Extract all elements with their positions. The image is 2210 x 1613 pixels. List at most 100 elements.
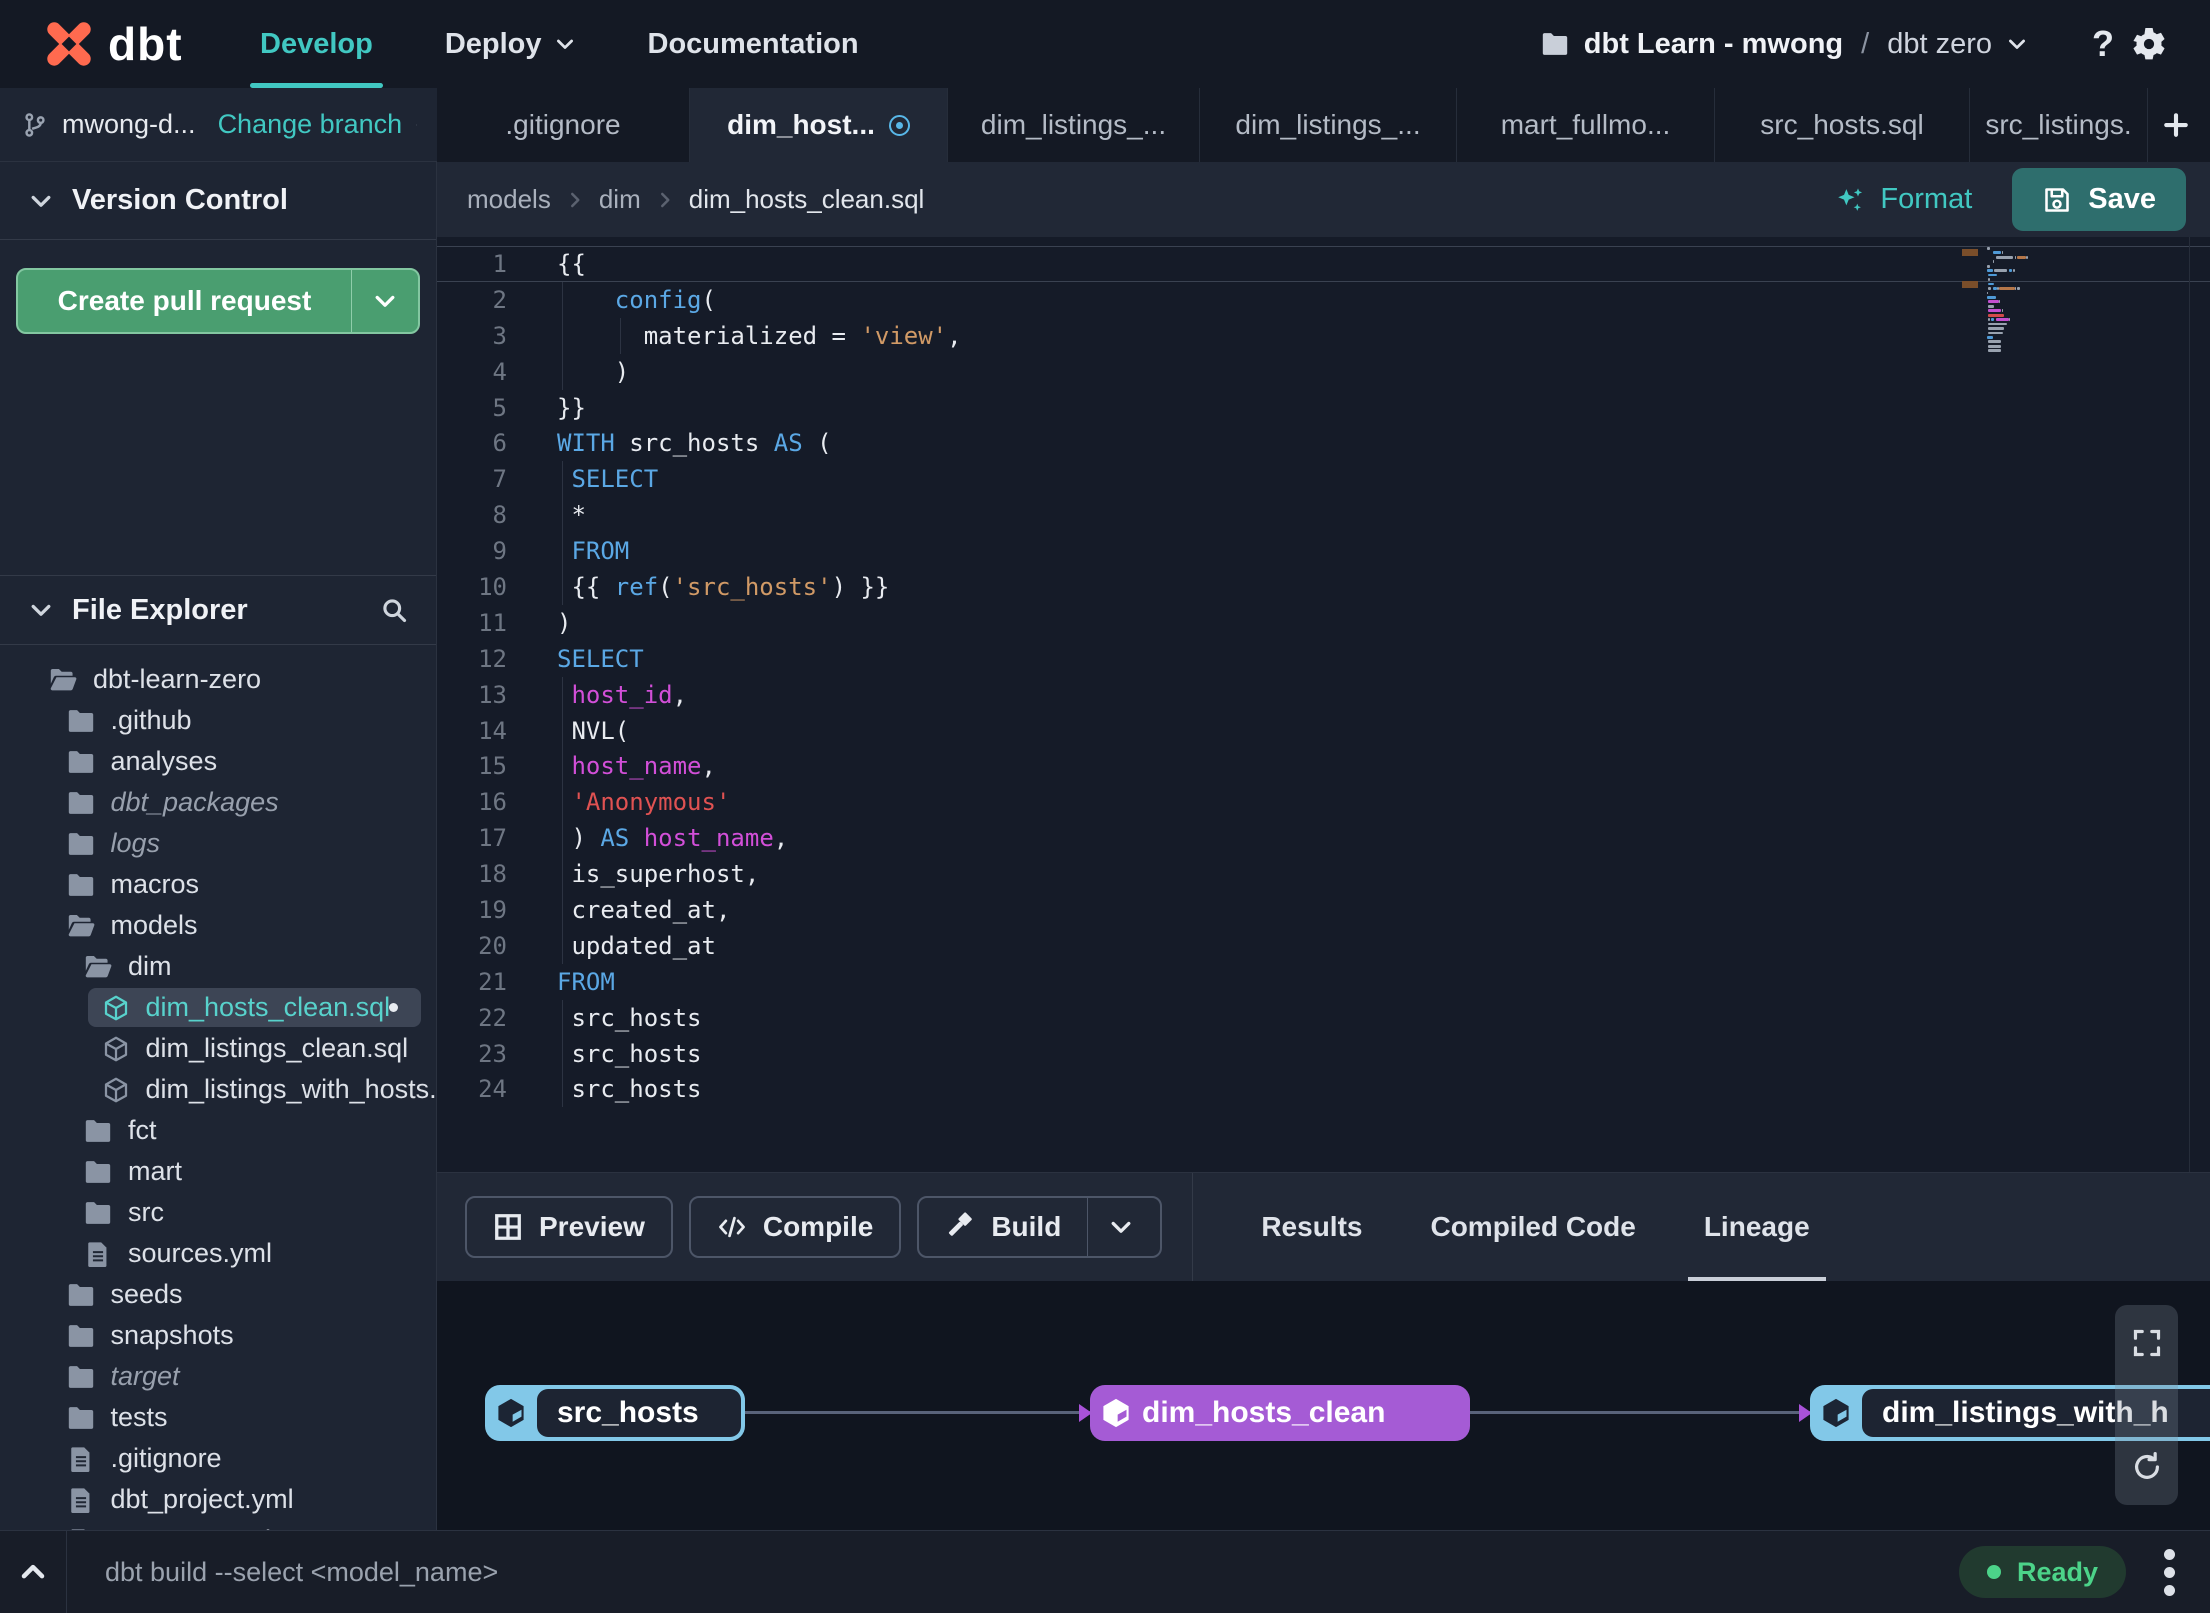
folder-icon — [66, 1280, 96, 1310]
tree-item[interactable]: src — [0, 1192, 436, 1233]
tree-item-label: sources.yml — [128, 1238, 273, 1268]
tree-item[interactable]: dim — [0, 946, 436, 987]
line-number: 10 — [478, 573, 507, 602]
lineage-node-dim-hosts-clean[interactable]: dim_hosts_clean — [1090, 1385, 1470, 1441]
file-icon — [66, 1444, 96, 1474]
help-button[interactable]: ? — [2092, 23, 2114, 65]
file-tab[interactable]: mart_fullmo... — [1457, 88, 1715, 162]
format-button[interactable]: Format — [1808, 183, 1998, 216]
create-pull-request-button[interactable]: Create pull request — [16, 268, 420, 334]
tree-item[interactable]: dbt-learn-zero — [0, 659, 436, 700]
model-cube-icon — [1810, 1395, 1862, 1431]
file-tab[interactable]: src_listings. — [1970, 88, 2148, 162]
code-editor[interactable]: 1{{2 config(3 materialized = 'view', 4 ) 5… — [437, 237, 2210, 1172]
editor-scrollbar[interactable] — [2189, 237, 2190, 1172]
code-text: src_hosts — [557, 1071, 2210, 1108]
kebab-menu-icon[interactable] — [2146, 1548, 2192, 1596]
command-bar-toggle[interactable] — [0, 1531, 67, 1613]
tree-item[interactable]: logs — [0, 823, 436, 864]
minimap-line — [1992, 251, 2002, 255]
file-explorer-header[interactable]: File Explorer — [0, 575, 436, 645]
docs-book-icon[interactable] — [416, 110, 417, 140]
file-tab[interactable]: .gitignore — [437, 88, 690, 162]
code-text: ) AS host_name, — [557, 820, 2210, 857]
tree-item[interactable]: dbt_project.yml — [0, 1479, 436, 1520]
tree-item-label: dim — [128, 951, 172, 981]
tree-item[interactable]: dim_hosts_clean.sql — [0, 987, 436, 1028]
tree-item[interactable]: seeds — [0, 1274, 436, 1315]
settings-gear-icon[interactable] — [2130, 25, 2168, 63]
tab-results[interactable]: Results — [1227, 1173, 1396, 1281]
breadcrumb-models[interactable]: models — [467, 184, 551, 215]
create-pull-request-label[interactable]: Create pull request — [18, 270, 352, 332]
tree-item[interactable]: dbt_packages — [0, 782, 436, 823]
indent-guide — [562, 892, 563, 928]
tree-item[interactable]: tests — [0, 1397, 436, 1438]
fullscreen-icon[interactable] — [2131, 1327, 2163, 1359]
tree-item[interactable]: models — [0, 905, 436, 946]
command-input[interactable] — [67, 1556, 1959, 1588]
line-number: 4 — [492, 357, 507, 386]
tree-item[interactable]: README.md — [0, 1520, 436, 1530]
nav-develop[interactable]: Develop — [250, 0, 383, 88]
tree-item[interactable]: sources.yml — [0, 1233, 436, 1274]
minimap-line — [1988, 313, 2005, 317]
refresh-icon[interactable] — [2131, 1451, 2163, 1483]
git-branch-icon — [22, 112, 48, 138]
nav-documentation[interactable]: Documentation — [648, 0, 859, 88]
code-text: WITH src_hosts AS ( — [557, 426, 2210, 460]
node-label: dim_hosts_clean — [1142, 1396, 1386, 1429]
hammer-icon — [945, 1212, 975, 1242]
folder-icon — [66, 1403, 96, 1433]
change-branch-link[interactable]: Change branch — [218, 109, 403, 140]
nav-label: Develop — [260, 27, 373, 60]
save-button[interactable]: Save — [2012, 168, 2186, 231]
lineage-node-src-hosts[interactable]: src_hosts — [485, 1385, 745, 1441]
file-tab[interactable]: dim_listings_... — [948, 88, 1200, 162]
indent-guide — [562, 927, 563, 964]
tree-item[interactable]: .github — [0, 700, 436, 741]
project-switcher[interactable]: dbt Learn - mwong / dbt zero — [1540, 28, 2028, 61]
new-tab-button[interactable] — [2148, 88, 2203, 162]
minimap-line — [1988, 349, 2002, 353]
file-tab[interactable]: dim_host... — [690, 88, 948, 162]
lineage-edge — [745, 1403, 1092, 1422]
nav-deploy[interactable]: Deploy — [445, 0, 576, 88]
minimap[interactable] — [1987, 247, 2047, 359]
minimap-line — [2001, 309, 2003, 313]
tree-item[interactable]: analyses — [0, 741, 436, 782]
build-button[interactable]: Build — [917, 1196, 1163, 1258]
folder-icon — [1540, 29, 1570, 59]
model-cube-icon — [1090, 1395, 1142, 1431]
tab-compiled-code[interactable]: Compiled Code — [1396, 1173, 1669, 1281]
tab-lineage[interactable]: Lineage — [1670, 1173, 1844, 1281]
breadcrumb-bar: models dim dim_hosts_clean.sql Format Sa… — [437, 162, 2210, 237]
indent-guide — [562, 281, 563, 318]
preview-button[interactable]: Preview — [465, 1196, 673, 1258]
tree-item[interactable]: .gitignore — [0, 1438, 436, 1479]
code-line: 13 host_id, — [437, 676, 2210, 713]
compile-button[interactable]: Compile — [688, 1196, 902, 1258]
minimap-line — [1988, 331, 2003, 335]
code-text: }} — [557, 391, 2210, 425]
pr-dropdown-caret[interactable] — [352, 270, 418, 332]
minimap-line — [2014, 255, 2016, 259]
file-tab[interactable]: src_hosts.sql — [1715, 88, 1970, 162]
breadcrumb-dim[interactable]: dim — [599, 184, 641, 215]
tree-item[interactable]: fct — [0, 1110, 436, 1151]
version-control-header[interactable]: Version Control — [0, 162, 436, 240]
file-tab[interactable]: dim_listings_... — [1200, 88, 1457, 162]
tree-item[interactable]: mart — [0, 1151, 436, 1192]
tree-item[interactable]: snapshots — [0, 1315, 436, 1356]
search-icon[interactable] — [380, 596, 408, 624]
code-token: {{ — [557, 573, 615, 602]
tree-item[interactable]: dim_listings_with_hosts... — [0, 1069, 436, 1110]
folder-icon — [66, 870, 96, 900]
lineage-canvas[interactable]: src_hosts dim_hosts_clean dim_listings_w… — [437, 1281, 2210, 1530]
tree-item[interactable]: target — [0, 1356, 436, 1397]
overview-ruler-mark — [1962, 249, 1978, 256]
chevron-down-icon[interactable] — [1108, 1214, 1134, 1240]
tree-item[interactable]: dim_listings_clean.sql — [0, 1028, 436, 1069]
tree-item[interactable]: macros — [0, 864, 436, 905]
